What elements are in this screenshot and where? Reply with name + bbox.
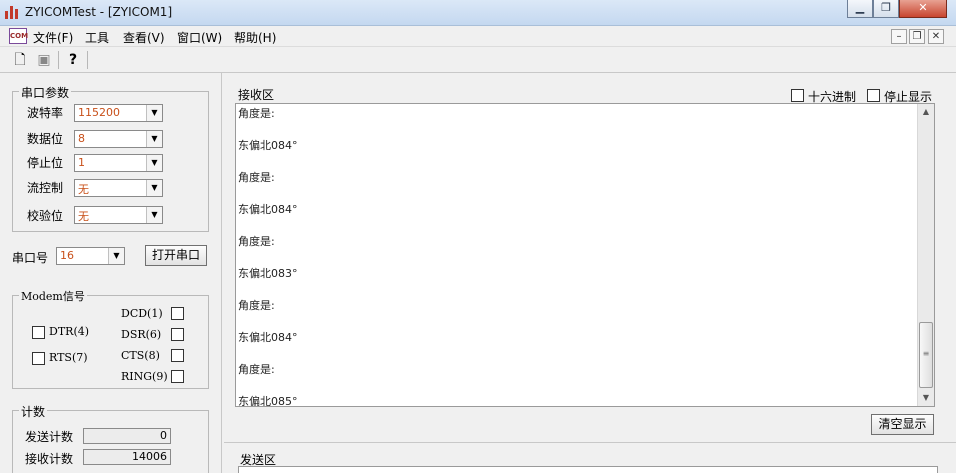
receive-line: 东偏北083° [238,267,298,280]
receive-line: 角度是: [238,107,275,120]
ring-indicator [171,370,184,383]
receive-line: 角度是: [238,171,275,184]
menu-tools[interactable]: 工具 [85,29,109,46]
chevron-down-icon: ▼ [146,105,162,121]
menu-bar: COM 文件(F) 工具 查看(V) 窗口(W) 帮助(H) – ❐ ✕ [0,26,956,47]
new-file-icon[interactable]: 🗋 [10,50,30,70]
stop-display-checkbox[interactable] [867,89,880,102]
send-textarea[interactable] [238,466,938,473]
open-port-button[interactable]: 打开串口 [145,245,207,266]
settings-panel: 串口参数 波特率 115200 ▼ 数据位 8 ▼ 停止位 1 ▼ 流控制 无 … [0,73,222,473]
rts-label: RTS(7) [49,351,88,364]
receive-line: 东偏北084° [238,139,298,152]
send-count-label: 发送计数 [25,430,74,444]
chevron-down-icon: ▼ [146,155,162,171]
modem-title: Modem信号 [19,288,87,304]
send-area-divider [224,442,956,443]
data-bits-label: 数据位 [27,132,64,146]
receive-area-title: 接收区 [238,88,275,102]
port-label: 串口号 [12,251,49,265]
receive-line: 东偏北084° [238,331,298,344]
rts-checkbox[interactable] [32,352,45,365]
receive-line: 东偏北085° [238,395,298,407]
receive-line: 角度是: [238,299,275,312]
toolbar: 🗋 ▣ ? [0,47,956,73]
child-close-button[interactable]: ✕ [928,29,944,44]
toolbar-separator [58,51,59,69]
receive-scrollbar[interactable]: ▲ ≡ ▼ [917,104,934,406]
stop-bits-value: 1 [78,156,85,169]
send-count-value: 0 [83,428,171,444]
scroll-up-icon[interactable]: ▲ [918,104,934,120]
data-bits-value: 8 [78,132,85,145]
hex-checkbox[interactable] [791,89,804,102]
baud-label: 波特率 [27,106,64,120]
parity-label: 校验位 [27,209,64,223]
recv-count-label: 接收计数 [25,452,74,466]
flow-select[interactable]: 无 ▼ [74,179,163,197]
dcd-indicator [171,307,184,320]
child-restore-button[interactable]: ❐ [909,29,925,44]
menu-window[interactable]: 窗口(W) [177,29,222,46]
app-icon [5,5,19,19]
ring-label: RING(9) [121,370,168,383]
dtr-label: DTR(4) [49,325,90,338]
document-icon[interactable]: COM [9,28,28,44]
data-bits-select[interactable]: 8 ▼ [74,130,163,148]
close-button[interactable]: ✕ [899,0,947,18]
stop-bits-label: 停止位 [27,156,64,170]
help-icon[interactable]: ? [63,50,83,70]
dcd-label: DCD(1) [121,307,163,320]
menu-help[interactable]: 帮助(H) [234,29,276,46]
port-value: 16 [60,249,74,262]
flow-value: 无 [78,183,89,196]
parity-value: 无 [78,210,89,223]
save-icon[interactable]: ▣ [34,50,54,70]
receive-line: 角度是: [238,363,275,376]
counters-group: 计数 发送计数 0 接收计数 14006 [12,403,209,473]
toolbar-separator [87,51,88,69]
port-select[interactable]: 16 ▼ [56,247,125,265]
cts-indicator [171,349,184,362]
dtr-checkbox[interactable] [32,326,45,339]
dsr-label: DSR(6) [121,328,162,341]
title-bar: ZYICOMTest - [ZYICOM1] ▁ ❐ ✕ [0,0,956,26]
receive-line: 东偏北084° [238,203,298,216]
menu-view[interactable]: 查看(V) [123,29,165,46]
clear-display-button[interactable]: 清空显示 [871,414,934,435]
parity-select[interactable]: 无 ▼ [74,206,163,224]
menu-file[interactable]: 文件(F) [33,29,73,46]
modem-signals-group: Modem信号 DTR(4) RTS(7) DCD(1) DSR(6) CTS(… [12,288,209,389]
window-title: ZYICOMTest - [ZYICOM1] [25,5,173,19]
chevron-down-icon: ▼ [146,131,162,147]
recv-count-value: 14006 [83,449,171,465]
counters-title: 计数 [19,403,48,420]
dsr-indicator [171,328,184,341]
stop-bits-select[interactable]: 1 ▼ [74,154,163,172]
cts-label: CTS(8) [121,349,160,362]
child-minimize-button[interactable]: – [891,29,907,44]
flow-label: 流控制 [27,181,64,195]
serial-params-title: 串口参数 [19,84,72,101]
baud-value: 115200 [78,106,120,119]
baud-select[interactable]: 115200 ▼ [74,104,163,122]
chevron-down-icon: ▼ [146,207,162,223]
chevron-down-icon: ▼ [146,180,162,196]
receive-textarea[interactable]: 角度是: 东偏北084° 角度是: 东偏北084° 角度是: 东偏北083° 角… [235,103,935,407]
minimize-button[interactable]: ▁ [847,0,873,18]
serial-params-group: 串口参数 波特率 115200 ▼ 数据位 8 ▼ 停止位 1 ▼ 流控制 无 … [12,84,209,232]
receive-line: 角度是: [238,235,275,248]
chevron-down-icon: ▼ [108,248,124,264]
scroll-down-icon[interactable]: ▼ [918,390,934,406]
scroll-thumb[interactable]: ≡ [919,322,933,388]
maximize-button[interactable]: ❐ [873,0,899,18]
